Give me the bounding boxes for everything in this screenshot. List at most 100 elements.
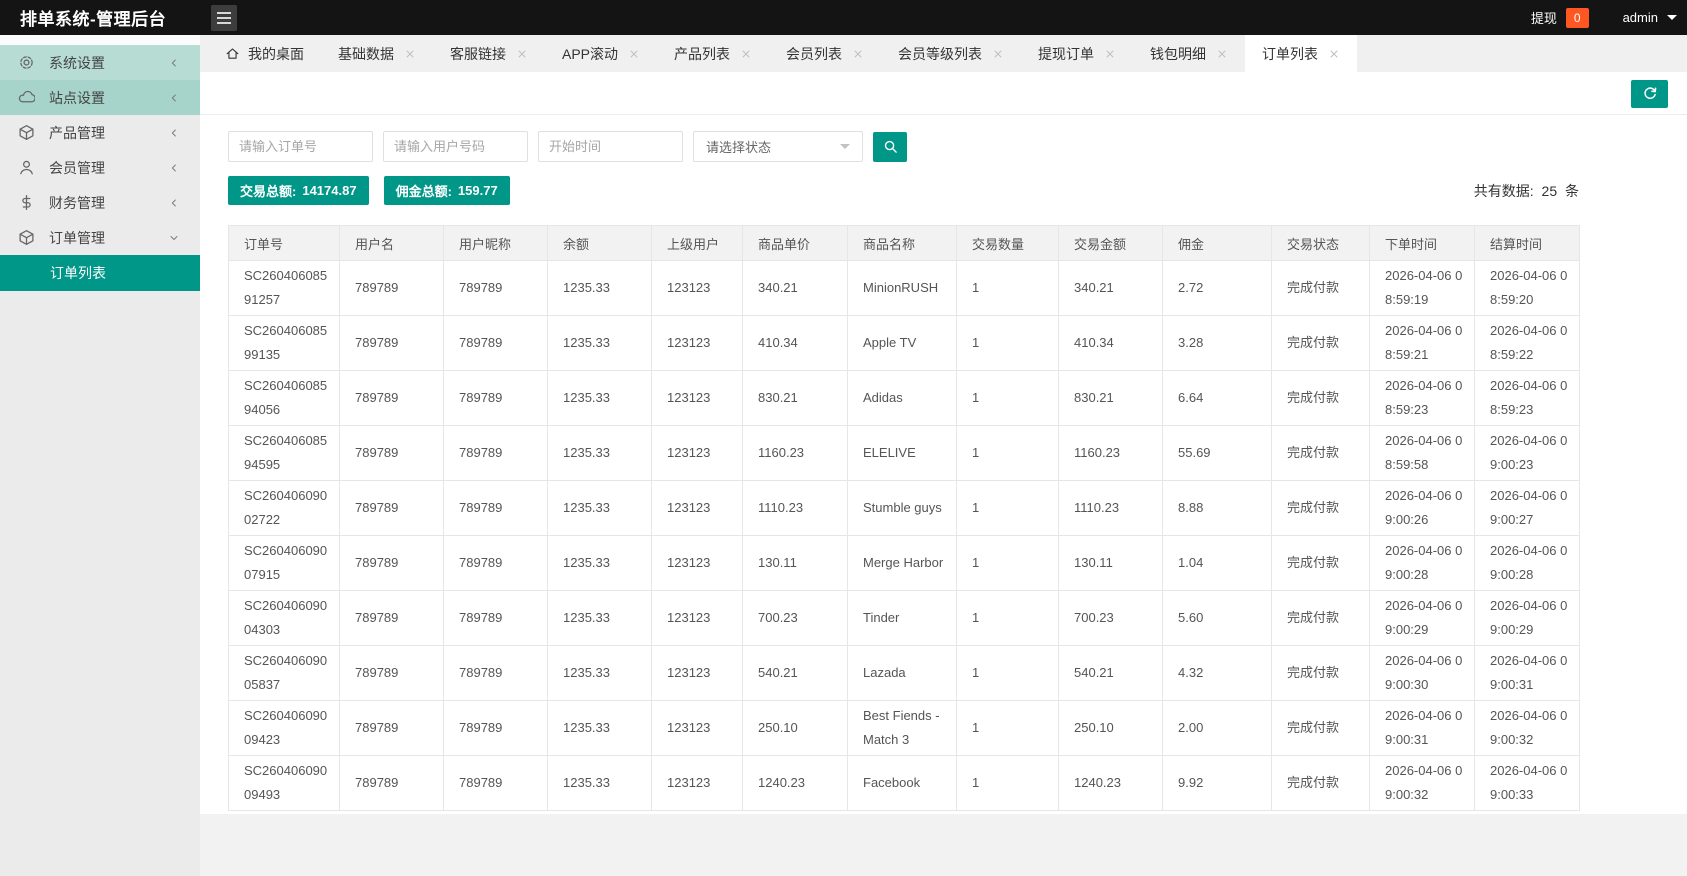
cell-quantity: 1 (957, 701, 1059, 756)
cell-username: 789789 (340, 316, 444, 371)
tab-withdraw-orders[interactable]: 提现订单 (1021, 35, 1133, 72)
cell-parent-user: 123123 (652, 371, 743, 426)
tab-member-level-list[interactable]: 会员等级列表 (881, 35, 1021, 72)
refresh-button[interactable] (1631, 80, 1668, 108)
status-select[interactable]: 请选择状态 (693, 131, 863, 162)
sidebar-item-finance-management[interactable]: 财务管理 (0, 185, 200, 220)
column-header-order-no: 订单号 (229, 226, 340, 261)
close-icon[interactable] (628, 48, 640, 60)
cell-unit-price: 410.34 (743, 316, 848, 371)
tab-service-link[interactable]: 客服链接 (433, 35, 545, 72)
column-header-parent-user: 上级用户 (652, 226, 743, 261)
cell-product-name: Best Fiends - Match 3 (848, 701, 957, 756)
start-time-input[interactable] (538, 131, 683, 162)
cell-amount: 130.11 (1059, 536, 1163, 591)
cell-amount: 1110.23 (1059, 481, 1163, 536)
cell-status: 完成付款 (1272, 371, 1370, 426)
close-icon[interactable] (1216, 48, 1228, 60)
cell-parent-user: 123123 (652, 426, 743, 481)
cell-settle-time: 2026-04-06 08:59:20 (1475, 261, 1580, 316)
table-row: SC260406090058377897897897891235.3312312… (229, 646, 1580, 701)
cell-commission: 5.60 (1163, 591, 1272, 646)
tab-desktop[interactable]: 我的桌面 (208, 35, 321, 72)
main-area: 我的桌面 基础数据 客服链接 APP滚动 产品列表 会员列表 会员等级列表 提现… (200, 35, 1687, 876)
cell-commission: 4.32 (1163, 646, 1272, 701)
cell-status: 完成付款 (1272, 481, 1370, 536)
cell-unit-price: 1160.23 (743, 426, 848, 481)
tab-wallet-detail[interactable]: 钱包明细 (1133, 35, 1245, 72)
commission-total-value: 159.77 (458, 183, 498, 198)
cube-icon (18, 124, 35, 141)
cell-nickname: 789789 (444, 536, 548, 591)
user-menu[interactable]: admin (1623, 10, 1677, 25)
order-no-input[interactable] (228, 131, 373, 162)
tab-label: 钱包明细 (1150, 44, 1206, 64)
cell-username: 789789 (340, 756, 444, 811)
trade-total-value: 14174.87 (302, 183, 356, 198)
cell-quantity: 1 (957, 426, 1059, 481)
sidebar-item-order-list-active[interactable]: 订单列表 (0, 255, 200, 291)
cell-order-time: 2026-04-06 08:59:58 (1370, 426, 1475, 481)
close-icon[interactable] (1104, 48, 1116, 60)
cell-status: 完成付款 (1272, 316, 1370, 371)
user-no-input[interactable] (383, 131, 528, 162)
cell-username: 789789 (340, 261, 444, 316)
cell-product-name: ELELIVE (848, 426, 957, 481)
close-icon[interactable] (404, 48, 416, 60)
table-row: SC260406090027227897897897891235.3312312… (229, 481, 1580, 536)
cell-commission: 3.28 (1163, 316, 1272, 371)
cell-product-name: Lazada (848, 646, 957, 701)
tab-member-list[interactable]: 会员列表 (769, 35, 881, 72)
cell-balance: 1235.33 (548, 316, 652, 371)
cell-quantity: 1 (957, 536, 1059, 591)
table-row: SC260406090043037897897897891235.3312312… (229, 591, 1580, 646)
sidebar-item-label: 订单管理 (49, 228, 168, 248)
search-button[interactable] (873, 132, 907, 162)
sidebar-item-label: 产品管理 (49, 123, 168, 143)
menu-toggle-button[interactable] (211, 5, 237, 31)
cell-unit-price: 340.21 (743, 261, 848, 316)
cell-parent-user: 123123 (652, 536, 743, 591)
cell-nickname: 789789 (444, 261, 548, 316)
close-icon[interactable] (516, 48, 528, 60)
cell-amount: 540.21 (1059, 646, 1163, 701)
table-row: SC260406090079157897897897891235.3312312… (229, 536, 1580, 591)
sidebar-item-order-management[interactable]: 订单管理 (0, 220, 200, 255)
home-icon (225, 46, 240, 61)
cell-product-name: Tinder (848, 591, 957, 646)
close-icon[interactable] (1328, 48, 1340, 60)
chevron-left-icon (168, 57, 180, 69)
sidebar-item-site-settings[interactable]: 站点设置 (0, 80, 200, 115)
sidebar-top-gap (0, 35, 200, 45)
close-icon[interactable] (740, 48, 752, 60)
tab-product-list[interactable]: 产品列表 (657, 35, 769, 72)
tab-app-scroll[interactable]: APP滚动 (545, 35, 657, 72)
cell-amount: 830.21 (1059, 371, 1163, 426)
withdraw-link[interactable]: 提现 0 (1531, 8, 1589, 28)
cell-quantity: 1 (957, 646, 1059, 701)
cell-order-no: SC26040608594056 (229, 371, 340, 426)
sidebar-item-system-settings[interactable]: 系统设置 (0, 45, 200, 80)
chevron-left-icon (168, 92, 180, 104)
cell-balance: 1235.33 (548, 591, 652, 646)
cell-order-time: 2026-04-06 09:00:31 (1370, 701, 1475, 756)
close-icon[interactable] (992, 48, 1004, 60)
sidebar-item-product-management[interactable]: 产品管理 (0, 115, 200, 150)
cell-status: 完成付款 (1272, 426, 1370, 481)
column-header-username: 用户名 (340, 226, 444, 261)
tab-order-list[interactable]: 订单列表 (1245, 35, 1357, 72)
sidebar-item-member-management[interactable]: 会员管理 (0, 150, 200, 185)
tab-label: 会员等级列表 (898, 44, 982, 64)
status-select-value: 请选择状态 (706, 137, 771, 156)
tab-basic-data[interactable]: 基础数据 (321, 35, 433, 72)
close-icon[interactable] (852, 48, 864, 60)
withdraw-count-badge: 0 (1566, 8, 1589, 28)
cell-settle-time: 2026-04-06 09:00:33 (1475, 756, 1580, 811)
orders-table: 订单号用户名用户昵称余额上级用户商品单价商品名称交易数量交易金额佣金交易状态下单… (228, 225, 1580, 811)
cell-nickname: 789789 (444, 481, 548, 536)
cell-username: 789789 (340, 701, 444, 756)
cell-username: 789789 (340, 481, 444, 536)
cell-unit-price: 1240.23 (743, 756, 848, 811)
cell-status: 完成付款 (1272, 591, 1370, 646)
cell-nickname: 789789 (444, 426, 548, 481)
